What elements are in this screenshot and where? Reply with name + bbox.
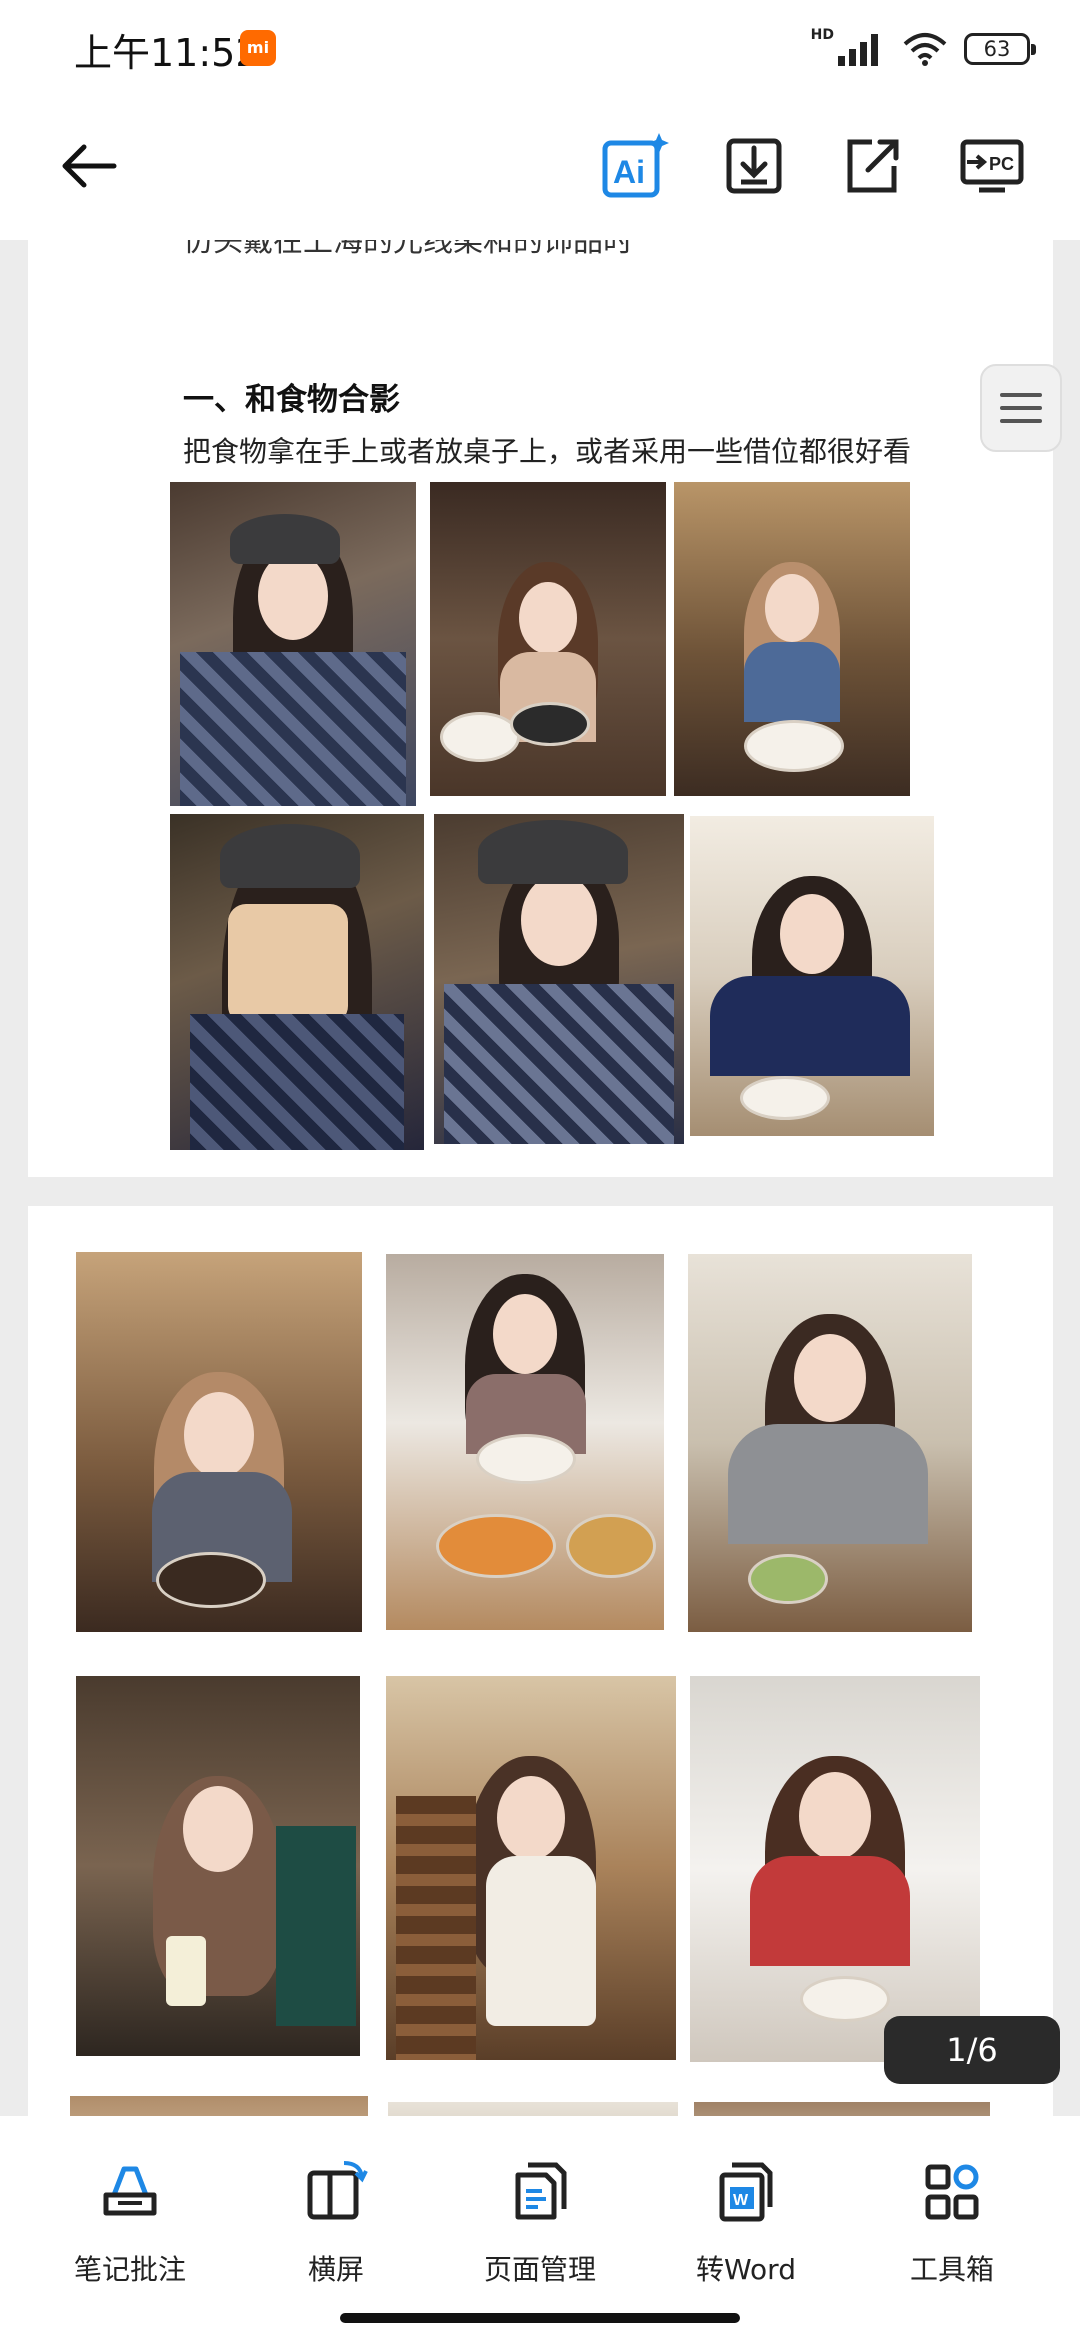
nav-label: 页面管理 xyxy=(483,2253,596,2286)
photo xyxy=(76,1676,360,2056)
status-bar: 上午11:52 mi HD 63 xyxy=(0,0,1080,96)
nav-rotate[interactable]: 横屏 xyxy=(246,2156,426,2288)
ai-icon[interactable]: Ai xyxy=(594,126,674,206)
download-icon[interactable] xyxy=(714,126,794,206)
status-time: 上午11:52 xyxy=(74,31,260,75)
nav-annotate[interactable]: 笔记批注 xyxy=(40,2156,220,2288)
section-heading: 一、和食物合影 xyxy=(183,382,400,418)
photo xyxy=(434,814,684,1144)
nav-convert-word[interactable]: W 转Word xyxy=(656,2156,836,2288)
top-toolbar: Ai PC xyxy=(0,96,1080,240)
svg-text:W: W xyxy=(733,2192,749,2209)
back-arrow-icon[interactable] xyxy=(48,126,128,206)
hd-indicator: HD xyxy=(810,27,834,43)
svg-text:Ai: Ai xyxy=(613,154,645,190)
section-text: 把食物拿在手上或者放桌子上，或者采用一些借位都很好看 xyxy=(183,435,912,468)
menu-line-icon xyxy=(1000,419,1042,423)
rotate-screen-icon xyxy=(246,2156,426,2226)
menu-line-icon xyxy=(1000,393,1042,397)
share-icon[interactable] xyxy=(832,126,912,206)
nav-label: 转Word xyxy=(696,2253,796,2286)
nav-page-manage[interactable]: 页面管理 xyxy=(450,2156,630,2288)
nav-label: 笔记批注 xyxy=(73,2253,186,2286)
scroll-menu-handle[interactable] xyxy=(980,364,1062,452)
document-page-1[interactable]: 仿头戴在上海的光线柔和的饰品时 一、和食物合影 把食物拿在手上或者放桌子上，或者… xyxy=(28,240,1053,1177)
photo xyxy=(170,482,416,806)
home-indicator[interactable] xyxy=(340,2313,740,2323)
toolbox-icon xyxy=(862,2156,1042,2226)
photo xyxy=(386,1676,676,2060)
battery-indicator: 63 xyxy=(964,33,1036,65)
word-convert-icon: W xyxy=(656,2156,836,2226)
nav-label: 工具箱 xyxy=(909,2253,994,2286)
mi-badge-icon: mi xyxy=(240,30,276,66)
nav-toolbox[interactable]: 工具箱 xyxy=(862,2156,1042,2288)
photo xyxy=(688,1254,972,1632)
annotate-icon xyxy=(40,2156,220,2226)
photo xyxy=(386,1254,664,1630)
photo xyxy=(170,814,424,1150)
nav-label: 横屏 xyxy=(307,2253,364,2286)
photo xyxy=(690,1676,980,2062)
page-indicator: 1/6 xyxy=(884,2016,1060,2084)
photo xyxy=(674,482,910,796)
bottom-nav: 笔记批注 横屏 页面管理 W 转Word 工具箱 xyxy=(0,2116,1080,2340)
page-manage-icon xyxy=(450,2156,630,2226)
wifi-icon xyxy=(903,33,947,66)
pc-cast-icon[interactable]: PC xyxy=(952,126,1032,206)
clipped-text-line: 仿头戴在上海的光线柔和的饰品时 xyxy=(183,240,633,259)
photo xyxy=(690,816,934,1136)
menu-line-icon xyxy=(1000,406,1042,410)
photo xyxy=(430,482,666,796)
photo xyxy=(76,1252,362,1632)
signal-icon xyxy=(838,34,878,66)
svg-text:PC: PC xyxy=(989,154,1014,174)
